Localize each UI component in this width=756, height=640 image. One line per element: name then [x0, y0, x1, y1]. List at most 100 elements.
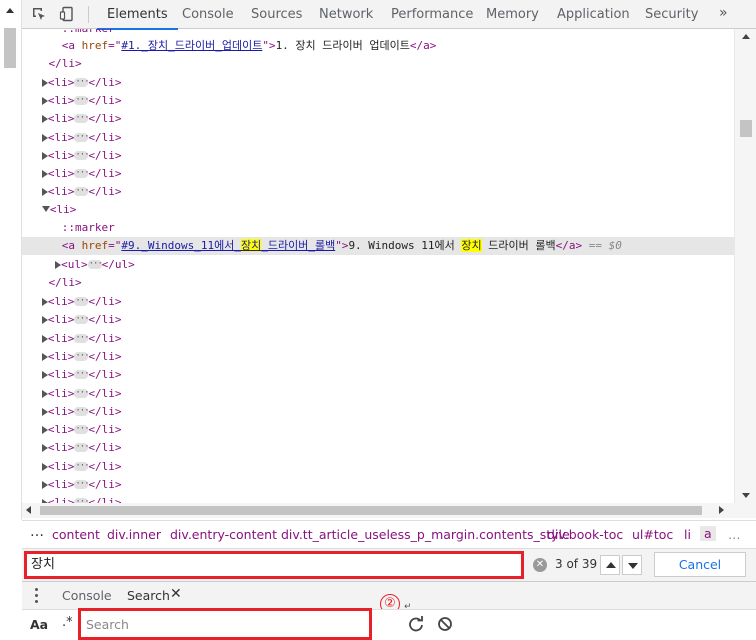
- tree-row-li-collapsed[interactable]: <li> </li>: [22, 109, 734, 128]
- ellipsis-icon[interactable]: [74, 384, 89, 402]
- scroll-left-icon[interactable]: [26, 506, 31, 514]
- ellipsis-icon[interactable]: [87, 255, 102, 273]
- ellipsis-icon[interactable]: [74, 438, 89, 456]
- breadcrumb-item[interactable]: content: [52, 527, 100, 542]
- scroll-up-icon[interactable]: [742, 34, 750, 39]
- scroll-up-icon[interactable]: [6, 8, 14, 13]
- breadcrumb-item[interactable]: div.tt_article_useless_p_margin.contents…: [281, 527, 570, 542]
- ellipsis-icon[interactable]: [74, 310, 89, 328]
- tree-row-anchor-9-selected[interactable]: <a href="#9._Windows_11에서_장치_드라이버_롤백">9.…: [22, 237, 734, 255]
- next-match-button[interactable]: [622, 555, 642, 575]
- ellipsis-icon[interactable]: [74, 347, 89, 365]
- tree-row-ul-collapsed[interactable]: <ul> </ul>: [22, 255, 734, 274]
- tree-row-li-open[interactable]: <li>: [22, 201, 734, 219]
- tree-row-anchor-1[interactable]: <a href="#1._장치_드라이버_업데이트">1. 장치 드라이버 업데…: [22, 37, 734, 55]
- expand-toggle-icon[interactable]: [41, 206, 50, 212]
- tree-row-li-close[interactable]: </li>: [22, 55, 734, 73]
- ellipsis-icon[interactable]: [74, 182, 89, 200]
- match-case-button[interactable]: Aa: [30, 617, 48, 632]
- vertical-scrollbar[interactable]: [734, 29, 756, 503]
- ellipsis-icon[interactable]: [74, 128, 89, 146]
- anchor-href-link[interactable]: #9._Windows_11에서_: [121, 239, 241, 252]
- tab-memory[interactable]: Memory: [486, 0, 539, 29]
- search-input[interactable]: [78, 608, 372, 640]
- ellipsis-icon[interactable]: [74, 109, 89, 127]
- breadcrumb-overflow-right[interactable]: …: [728, 527, 741, 542]
- ellipsis-icon[interactable]: [74, 402, 89, 420]
- tag-li-open: <li>: [47, 496, 75, 503]
- tab-console[interactable]: Console: [182, 0, 234, 29]
- tree-row-li-collapsed[interactable]: <li> </li>: [22, 365, 734, 384]
- anchor-href-link[interactable]: _드라이버_롤백: [261, 239, 335, 252]
- tree-row-li-collapsed[interactable]: <li> </li>: [22, 182, 734, 201]
- chevron-up-icon: [606, 562, 616, 568]
- ellipsis-icon[interactable]: [74, 329, 89, 347]
- tab-elements[interactable]: Elements: [97, 0, 178, 30]
- drawer-menu-icon[interactable]: [35, 588, 38, 603]
- gutter-scroll-thumb[interactable]: [4, 28, 16, 68]
- drawer-tab-search[interactable]: Search: [127, 588, 170, 603]
- ellipsis-icon[interactable]: [74, 475, 89, 493]
- find-input[interactable]: 장치: [24, 551, 524, 579]
- tree-row-li-collapsed[interactable]: <li> </li>: [22, 402, 734, 421]
- scroll-right-icon[interactable]: [719, 506, 724, 514]
- inspect-element-icon[interactable]: [31, 6, 47, 22]
- tree-row-li-collapsed[interactable]: <li> </li>: [22, 310, 734, 329]
- tree-row-marker[interactable]: ::marker: [22, 219, 734, 237]
- device-toolbar-icon[interactable]: [59, 6, 75, 22]
- tree-row-li-collapsed[interactable]: <li> </li>: [22, 438, 734, 457]
- ellipsis-icon[interactable]: [74, 73, 89, 91]
- tree-row-li-close[interactable]: </li>: [22, 274, 734, 292]
- clear-search-icon[interactable]: ✕: [533, 558, 547, 572]
- ellipsis-icon[interactable]: [74, 292, 89, 310]
- tree-row-li-collapsed[interactable]: <li> </li>: [22, 420, 734, 439]
- breadcrumb-overflow-left[interactable]: …: [30, 524, 44, 540]
- tree-row-li-collapsed[interactable]: <li> </li>: [22, 292, 734, 311]
- tag-li-open: <li>: [47, 459, 75, 473]
- tree-row-li-collapsed[interactable]: <li> </li>: [22, 475, 734, 494]
- tree-row-li-collapsed[interactable]: <li> </li>: [22, 91, 734, 110]
- tag-li-close: </li>: [88, 76, 122, 89]
- breadcrumb-item[interactable]: div.book-toc: [547, 527, 623, 542]
- tree-row-li-collapsed[interactable]: <li> </li>: [22, 347, 734, 366]
- regex-button[interactable]: .*: [62, 615, 73, 630]
- tag-li-open: <li>: [47, 368, 75, 382]
- tree-row-li-collapsed[interactable]: <li> </li>: [22, 329, 734, 348]
- tree-row-li-collapsed[interactable]: <li> </li>: [22, 128, 734, 147]
- clear-icon[interactable]: [437, 616, 453, 632]
- horizontal-scroll-thumb[interactable]: [40, 506, 702, 515]
- refresh-icon[interactable]: [408, 616, 424, 632]
- tree-row-li-collapsed[interactable]: <li> </li>: [22, 73, 734, 92]
- breadcrumb-item[interactable]: ul#toc: [632, 527, 673, 542]
- previous-match-button[interactable]: [600, 555, 620, 575]
- tree-row-li-collapsed[interactable]: <li> </li>: [22, 493, 734, 503]
- tab-security[interactable]: Security: [645, 0, 698, 29]
- tree-row-li-collapsed[interactable]: <li> </li>: [22, 164, 734, 183]
- breadcrumb-item[interactable]: li: [684, 527, 691, 542]
- tab-sources[interactable]: Sources: [251, 0, 302, 29]
- ellipsis-icon[interactable]: [74, 146, 89, 164]
- anchor-href-link[interactable]: #1._장치_드라이버_업데이트: [121, 39, 262, 52]
- drawer-tab-console[interactable]: Console: [62, 588, 112, 603]
- tree-row-li-collapsed[interactable]: <li> </li>: [22, 384, 734, 403]
- tree-row-li-collapsed[interactable]: <li> </li>: [22, 457, 734, 476]
- tab-performance[interactable]: Performance: [391, 0, 473, 29]
- ellipsis-icon[interactable]: [74, 457, 89, 475]
- ellipsis-icon[interactable]: [74, 164, 89, 182]
- ellipsis-icon[interactable]: [74, 420, 89, 438]
- tree-row-li-collapsed[interactable]: <li> </li>: [22, 146, 734, 165]
- tab-network[interactable]: Network: [319, 0, 373, 29]
- scroll-down-icon[interactable]: [742, 493, 750, 498]
- horizontal-scrollbar[interactable]: [22, 503, 756, 518]
- tab-application[interactable]: Application: [557, 0, 630, 29]
- tag-li-open: <li>: [47, 167, 75, 180]
- more-tabs-button[interactable]: »: [719, 0, 728, 29]
- close-icon[interactable]: ✕: [170, 586, 182, 602]
- ellipsis-icon[interactable]: [74, 91, 89, 109]
- vertical-scroll-thumb[interactable]: [740, 120, 752, 137]
- cancel-button[interactable]: Cancel: [654, 552, 746, 577]
- breadcrumb-item[interactable]: div.inner: [107, 527, 161, 542]
- breadcrumb-item-selected[interactable]: a: [700, 526, 716, 541]
- ellipsis-icon[interactable]: [74, 365, 89, 383]
- breadcrumb-item[interactable]: div.entry-content: [170, 527, 277, 542]
